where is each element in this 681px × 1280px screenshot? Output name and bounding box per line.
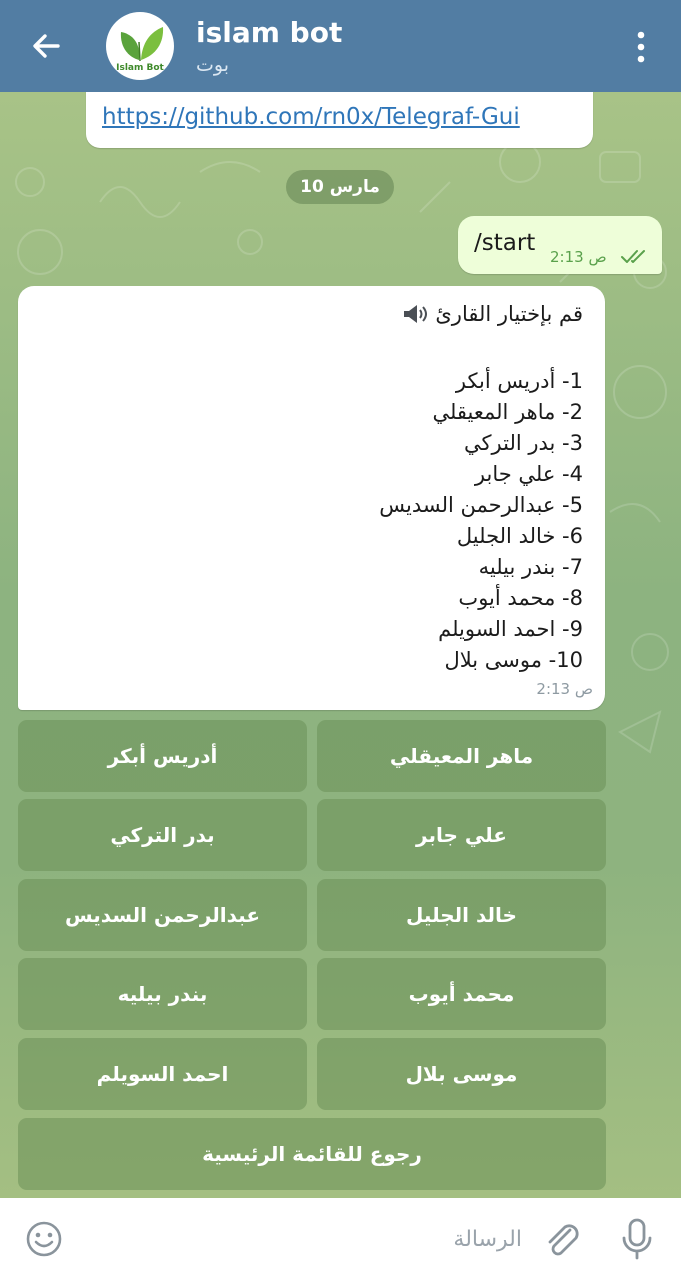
message-heading: قم بإختيار القارئ xyxy=(401,302,583,326)
double-check-icon xyxy=(621,250,645,263)
keyboard-button[interactable]: عبدالرحمن السديس xyxy=(18,879,307,951)
avatar-caption: Islam Bot xyxy=(116,63,164,73)
keyboard-button[interactable]: بدر التركي xyxy=(18,799,307,871)
reciter-list: 1- أدريس أبكر 2- ماهر المعيقلي 3- بدر التر… xyxy=(43,366,583,676)
keyboard-button[interactable]: ماهر المعيقلي xyxy=(317,720,606,792)
main-menu-button[interactable]: رجوع للقائمة الرئيسية xyxy=(18,1118,606,1190)
message-input[interactable] xyxy=(82,1222,522,1256)
more-vertical-icon[interactable] xyxy=(624,27,658,67)
reciter-line: 10- موسى بلال xyxy=(444,648,584,672)
reciter-line: 6- خالد الجليل xyxy=(456,524,583,548)
emoji-icon[interactable] xyxy=(24,1219,64,1259)
reciter-line: 9- احمد السويلم xyxy=(438,617,583,641)
reciter-line: 5- عبدالرحمن السديس xyxy=(379,493,583,517)
chat-header: Islam Bot islam bot بوت xyxy=(0,0,681,92)
keyboard-button[interactable]: علي جابر xyxy=(317,799,606,871)
outgoing-time: 2:13 ص xyxy=(550,248,607,266)
paperclip-icon[interactable] xyxy=(540,1217,584,1261)
speaker-icon xyxy=(404,305,428,323)
github-link[interactable]: https://github.com/rn0x/Telegraf-Gui xyxy=(102,104,520,130)
keyboard-button[interactable]: أدريس أبكر xyxy=(18,720,307,792)
reciter-line: 3- بدر التركي xyxy=(464,431,583,455)
bot-avatar[interactable]: Islam Bot xyxy=(106,12,174,80)
incoming-time: 2:13 ص xyxy=(536,680,593,698)
chat-area: https://github.com/rn0x/Telegraf-Gui 10 … xyxy=(0,92,681,1198)
chat-title[interactable]: islam bot xyxy=(196,16,342,49)
arrow-left-icon[interactable] xyxy=(28,28,64,64)
message-heading-text: قم بإختيار القارئ xyxy=(435,302,583,326)
keyboard-button[interactable]: موسى بلال xyxy=(317,1038,606,1110)
keyboard-button[interactable]: احمد السويلم xyxy=(18,1038,307,1110)
link-message: https://github.com/rn0x/Telegraf-Gui xyxy=(86,92,593,148)
outgoing-text: /start xyxy=(474,230,536,256)
keyboard-button[interactable]: محمد أيوب xyxy=(317,958,606,1030)
keyboard-button[interactable]: خالد الجليل xyxy=(317,879,606,951)
message-composer xyxy=(0,1198,681,1280)
reciter-line: 7- بندر بيليه xyxy=(478,555,583,579)
reciter-line: 4- علي جابر xyxy=(474,462,583,486)
outgoing-message: /start 2:13 ص xyxy=(458,216,662,274)
reciter-line: 8- محمد أيوب xyxy=(458,586,583,610)
reciter-line: 1- أدريس أبكر xyxy=(455,369,583,393)
reciter-line: 2- ماهر المعيقلي xyxy=(432,400,583,424)
date-separator: 10 مارس xyxy=(286,170,394,204)
keyboard-button[interactable]: بندر بيليه xyxy=(18,958,307,1030)
chat-subtitle: بوت xyxy=(196,54,229,76)
incoming-message: قم بإختيار القارئ 1- أدريس أبكر 2- ماهر ا… xyxy=(18,286,605,710)
microphone-icon[interactable] xyxy=(617,1217,657,1261)
